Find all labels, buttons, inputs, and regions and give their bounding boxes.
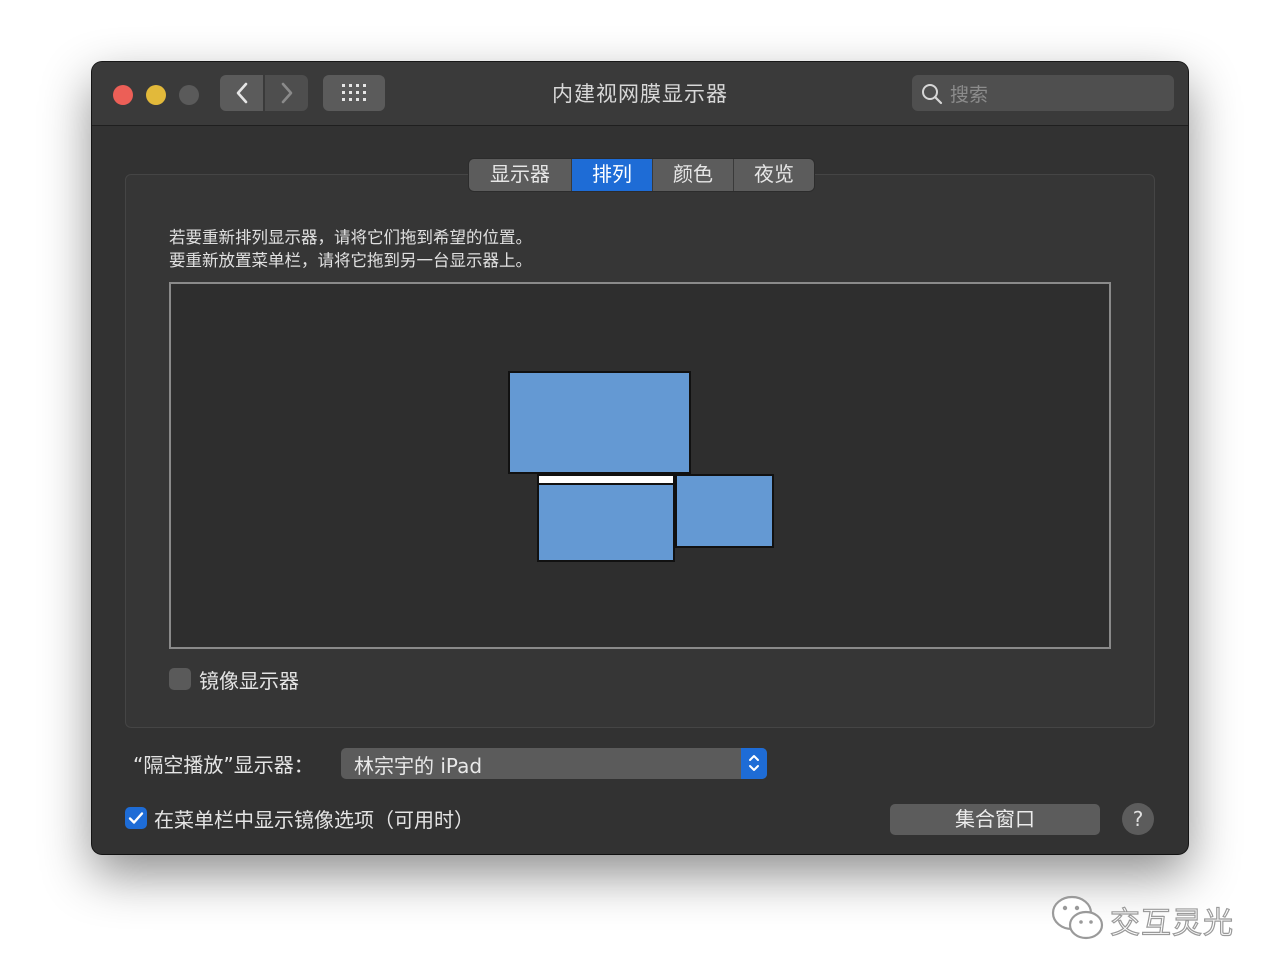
checkmark-icon bbox=[128, 812, 144, 824]
help-button[interactable]: ? bbox=[1122, 803, 1154, 835]
title-bar: 内建视网膜显示器 搜索 bbox=[92, 62, 1188, 126]
search-placeholder: 搜索 bbox=[950, 84, 989, 106]
search-icon bbox=[922, 84, 943, 105]
wechat-icon bbox=[1051, 895, 1104, 940]
show-mirroring-options-checkbox[interactable] bbox=[125, 807, 147, 829]
airplay-display-select[interactable]: 林宗宇的 iPad bbox=[341, 748, 767, 779]
airplay-display-label: “隔空播放”显示器： bbox=[133, 753, 314, 777]
display-thumbnail-ipad[interactable] bbox=[675, 474, 774, 548]
mirror-displays-checkbox[interactable] bbox=[169, 668, 191, 690]
tab-color[interactable]: 颜色 bbox=[653, 159, 734, 191]
gather-windows-button[interactable]: 集合窗口 bbox=[890, 804, 1100, 835]
tab-night-shift[interactable]: 夜览 bbox=[734, 159, 814, 191]
instruction-line-2: 要重新放置菜单栏，请将它拖到另一台显示器上。 bbox=[169, 251, 532, 270]
show-mirroring-options-label: 在菜单栏中显示镜像选项（可用时） bbox=[154, 808, 474, 832]
mirror-displays-label: 镜像显示器 bbox=[199, 669, 299, 693]
display-thumbnail-1[interactable] bbox=[508, 371, 691, 474]
watermark-text: 交互灵光 bbox=[1109, 905, 1234, 941]
display-thumbnail-main[interactable] bbox=[537, 474, 675, 562]
tab-bar: 显示器 排列 颜色 夜览 bbox=[468, 158, 815, 192]
menu-bar-handle[interactable] bbox=[539, 476, 673, 485]
tab-display[interactable]: 显示器 bbox=[469, 159, 572, 191]
arrangement-instructions: 若要重新排列显示器，请将它们拖到希望的位置。 要重新放置菜单栏，请将它拖到另一台… bbox=[169, 226, 532, 272]
display-arrangement-area bbox=[169, 282, 1111, 649]
select-stepper[interactable] bbox=[741, 748, 767, 779]
instruction-line-1: 若要重新排列显示器，请将它们拖到希望的位置。 bbox=[169, 228, 532, 247]
tab-arrangement[interactable]: 排列 bbox=[572, 159, 653, 191]
search-field[interactable]: 搜索 bbox=[912, 75, 1174, 111]
preferences-window: 内建视网膜显示器 搜索 显示器 排列 颜色 夜览 若要重新排列显示器，请将它们拖… bbox=[92, 62, 1188, 854]
airplay-selected-value: 林宗宇的 iPad bbox=[354, 754, 483, 778]
updown-chevron-icon bbox=[749, 755, 759, 771]
